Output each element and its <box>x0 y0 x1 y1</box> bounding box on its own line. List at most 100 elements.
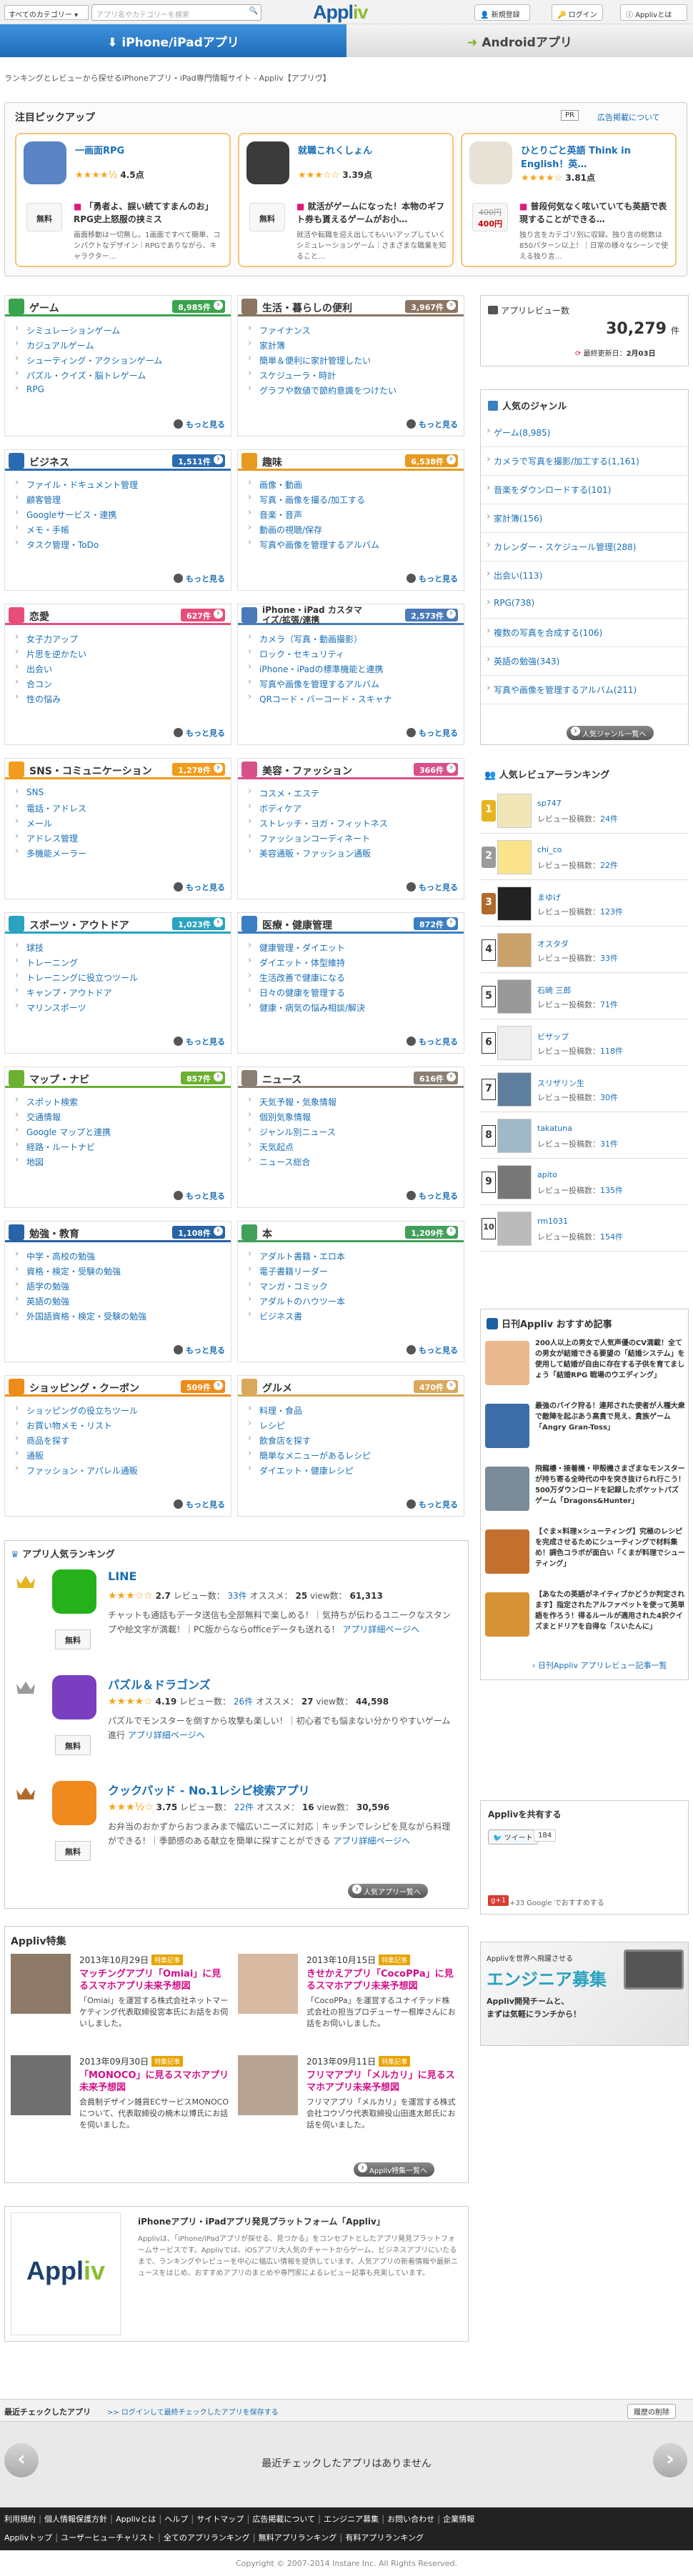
recent-login-link[interactable]: >> ログインして最終チェックしたアプリを保存する <box>107 2406 279 2417</box>
genre-link[interactable]: 女子力アップ <box>15 631 86 648</box>
genre-link[interactable]: 美容通販・ファッション通販 <box>248 846 388 862</box>
feature-item[interactable]: 2013年10月29日 特集記事 マッチングアプリ「Omiai」に見るスマホアプリ未… <box>11 1954 234 2038</box>
genre-link[interactable]: マンガ・コミック <box>248 1279 345 1295</box>
genre-link[interactable]: 健康・病気の悩み相談/解決 <box>248 1000 365 1017</box>
reviewer-name[interactable]: 石崎 三郎 <box>537 984 572 996</box>
genre-header[interactable]: スポーツ・アウトドア 1,023件 <box>5 913 231 934</box>
genre-link[interactable]: 生活改善で健康になる <box>248 970 365 987</box>
app-icon[interactable] <box>52 1781 96 1825</box>
footer-link[interactable]: サイトマップ <box>196 2515 244 2524</box>
article-item[interactable]: 【あなたの英語がネイティブかどうか判定されます】指定されたアルファベットを使って… <box>485 1589 685 1648</box>
footer-link[interactable]: 企業情報 <box>443 2515 474 2524</box>
genre-header[interactable]: 美容・ファッション 366件 <box>238 759 464 779</box>
genre-link[interactable]: QRコード・バーコード・スキャナ <box>248 692 392 708</box>
genre-link[interactable]: スケジューラ・時計 <box>248 368 397 384</box>
genre-link[interactable]: 日々の健康を管理する <box>248 985 365 1002</box>
genre-count-badge[interactable]: 1,108件 <box>172 1226 225 1239</box>
genre-link[interactable]: 飲食店を探す <box>248 1433 371 1449</box>
genre-count-badge[interactable]: 2,573件 <box>405 609 458 621</box>
reviewer-name[interactable]: まゆげ <box>537 892 561 903</box>
review-count[interactable]: 26件 <box>234 1697 253 1707</box>
genre-link[interactable]: アダルトのハウツー本 <box>248 1294 345 1310</box>
more-link[interactable]: もっと見る <box>407 1036 458 1047</box>
genre-link[interactable]: お買い物メモ・リスト <box>15 1418 138 1434</box>
review-count[interactable]: 33件 <box>228 1591 247 1601</box>
more-link[interactable]: もっと見る <box>174 1499 225 1510</box>
reviewer-row[interactable]: 2 chi_co レビュー投稿数：22件 <box>480 835 689 880</box>
more-link[interactable]: もっと見る <box>174 573 225 584</box>
appliv-logo[interactable]: Appliv <box>313 1 369 24</box>
genre-link[interactable]: 健康管理・ダイエット <box>248 940 365 957</box>
genre-link[interactable]: 顧客管理 <box>15 492 138 509</box>
reviewer-row[interactable]: 7 スリザリン生 レビュー投稿数：30件 <box>480 1067 689 1112</box>
app-name[interactable]: クックパッド - No.1レシピ検索アプリ <box>108 1781 310 1798</box>
popular-genre-link[interactable]: 英語の勉強(343) <box>481 647 688 676</box>
genre-count-badge[interactable]: 872件 <box>414 917 458 930</box>
genre-link[interactable]: マリンスポーツ <box>15 1000 138 1017</box>
feature-item[interactable]: 2013年09月11日 特集記事 フリマアプリ「メルカリ」に見るスマホアプリ未来予想… <box>238 2055 461 2140</box>
genre-header[interactable]: 医療・健康管理 872件 <box>238 913 464 934</box>
genre-link[interactable]: 商品を探す <box>15 1433 138 1449</box>
reviewer-row[interactable]: 5 石崎 三郎 レビュー投稿数：71件 <box>480 974 689 1019</box>
genre-link[interactable]: メール <box>15 816 86 832</box>
genre-link[interactable]: メモ・手帳 <box>15 522 138 539</box>
genre-link[interactable]: 外国語資格・検定・受験の勉強 <box>15 1309 146 1325</box>
genre-count-badge[interactable]: 8,985件 <box>172 300 225 313</box>
popular-genre-link[interactable]: 家計簿(156) <box>481 504 688 533</box>
genre-link[interactable]: 簡単＆便利に家計管理したい <box>248 353 397 369</box>
more-link[interactable]: もっと見る <box>174 1036 225 1047</box>
ad-info-link[interactable]: 広告掲載について <box>597 111 660 123</box>
avatar[interactable] <box>497 1165 532 1199</box>
more-link[interactable]: もっと見る <box>407 1190 458 1202</box>
genre-link[interactable]: 電子書籍リーダー <box>248 1264 345 1280</box>
app-name[interactable]: パズル＆ドラゴンズ <box>108 1675 211 1692</box>
genre-header[interactable]: 本 1,209件 <box>238 1222 464 1242</box>
genre-link[interactable]: 家計簿 <box>248 338 397 354</box>
app-name[interactable]: LINE <box>108 1569 136 1583</box>
genre-header[interactable]: ビジネス 1,511件 <box>5 450 231 471</box>
avatar[interactable] <box>497 840 532 874</box>
genre-count-badge[interactable]: 3,967件 <box>405 300 458 313</box>
popular-genre-link[interactable]: カレンダー・スケジュール管理(288) <box>481 533 688 561</box>
tweet-button[interactable]: 🐦 ツイート <box>488 1829 538 1844</box>
genre-count-badge[interactable]: 857件 <box>181 1072 225 1084</box>
genre-link[interactable]: 個別気象情報 <box>248 1109 336 1126</box>
reviewer-row[interactable]: 3 まゆげ レビュー投稿数：123件 <box>480 882 689 927</box>
search-input[interactable]: アプリ名やカテゴリーを検索 🔍 <box>91 4 261 21</box>
category-select[interactable]: すべてのカテゴリー ▾ <box>4 5 89 20</box>
more-link[interactable]: もっと見る <box>407 573 458 584</box>
next-arrow-button[interactable]: › <box>653 2443 687 2477</box>
genre-header[interactable]: マップ・ナビ 857件 <box>5 1067 231 1088</box>
more-link[interactable]: もっと見る <box>174 1190 225 1202</box>
reviewer-name[interactable]: sp747 <box>537 799 562 808</box>
engineer-recruit-banner[interactable]: Applivを世界へ飛躍させる エンジニア募集 Appliv開発チームと、 まず… <box>480 1942 689 2046</box>
more-link[interactable]: もっと見る <box>174 419 225 430</box>
genre-link[interactable]: ビジネス書 <box>248 1309 345 1325</box>
genre-link[interactable]: 写真・画像を撮る/加工する <box>248 492 379 509</box>
app-icon[interactable] <box>52 1675 96 1719</box>
genre-count-badge[interactable]: 6,538件 <box>405 454 458 467</box>
feature-list-button[interactable]: Appliv特集一覧へ <box>354 2162 435 2177</box>
footer-link[interactable]: エンジニア募集 <box>324 2515 379 2524</box>
genre-link[interactable]: 合コン <box>15 677 86 693</box>
delete-history-button[interactable]: 履歴の削除 <box>627 2404 676 2419</box>
genre-count-badge[interactable]: 1,209件 <box>405 1226 458 1239</box>
feature-title-link[interactable]: フリマアプリ「メルカリ」に見るスマホアプリ未来予想図 <box>306 2070 457 2094</box>
footer-link[interactable]: 個人情報保護方針 <box>44 2515 107 2524</box>
genre-header[interactable]: 勉強・教育 1,108件 <box>5 1222 231 1242</box>
avatar[interactable] <box>497 887 532 921</box>
genre-count-badge[interactable]: 366件 <box>414 763 458 776</box>
search-icon[interactable]: 🔍 <box>249 7 258 15</box>
genre-link[interactable]: ファッション・アパレル通販 <box>15 1463 138 1479</box>
login-button[interactable]: 🔑 ログイン <box>552 4 603 21</box>
genre-link[interactable]: Google マップと連携 <box>15 1124 111 1141</box>
genre-count-badge[interactable]: 509件 <box>181 1380 225 1393</box>
genre-link[interactable]: ファイナンス <box>248 323 397 339</box>
avatar[interactable] <box>497 1212 532 1246</box>
article-item[interactable]: 最強のバイク狩る！連邦された使者が人種大衆で敵陣を起ぶあう高貴で見え、貴族ゲーム… <box>485 1401 685 1459</box>
genre-link[interactable]: 天気起点 <box>248 1139 336 1156</box>
genre-header[interactable]: 趣味 6,538件 <box>238 450 464 471</box>
pickup-card[interactable]: 一画面RPG ★★★★½ 4.5点 無料 ■ 「勇者よ、誤い続てすまんのお」RPG史上… <box>15 133 231 267</box>
avatar[interactable] <box>497 1119 532 1153</box>
genre-link[interactable]: 音楽・音声 <box>248 507 379 524</box>
